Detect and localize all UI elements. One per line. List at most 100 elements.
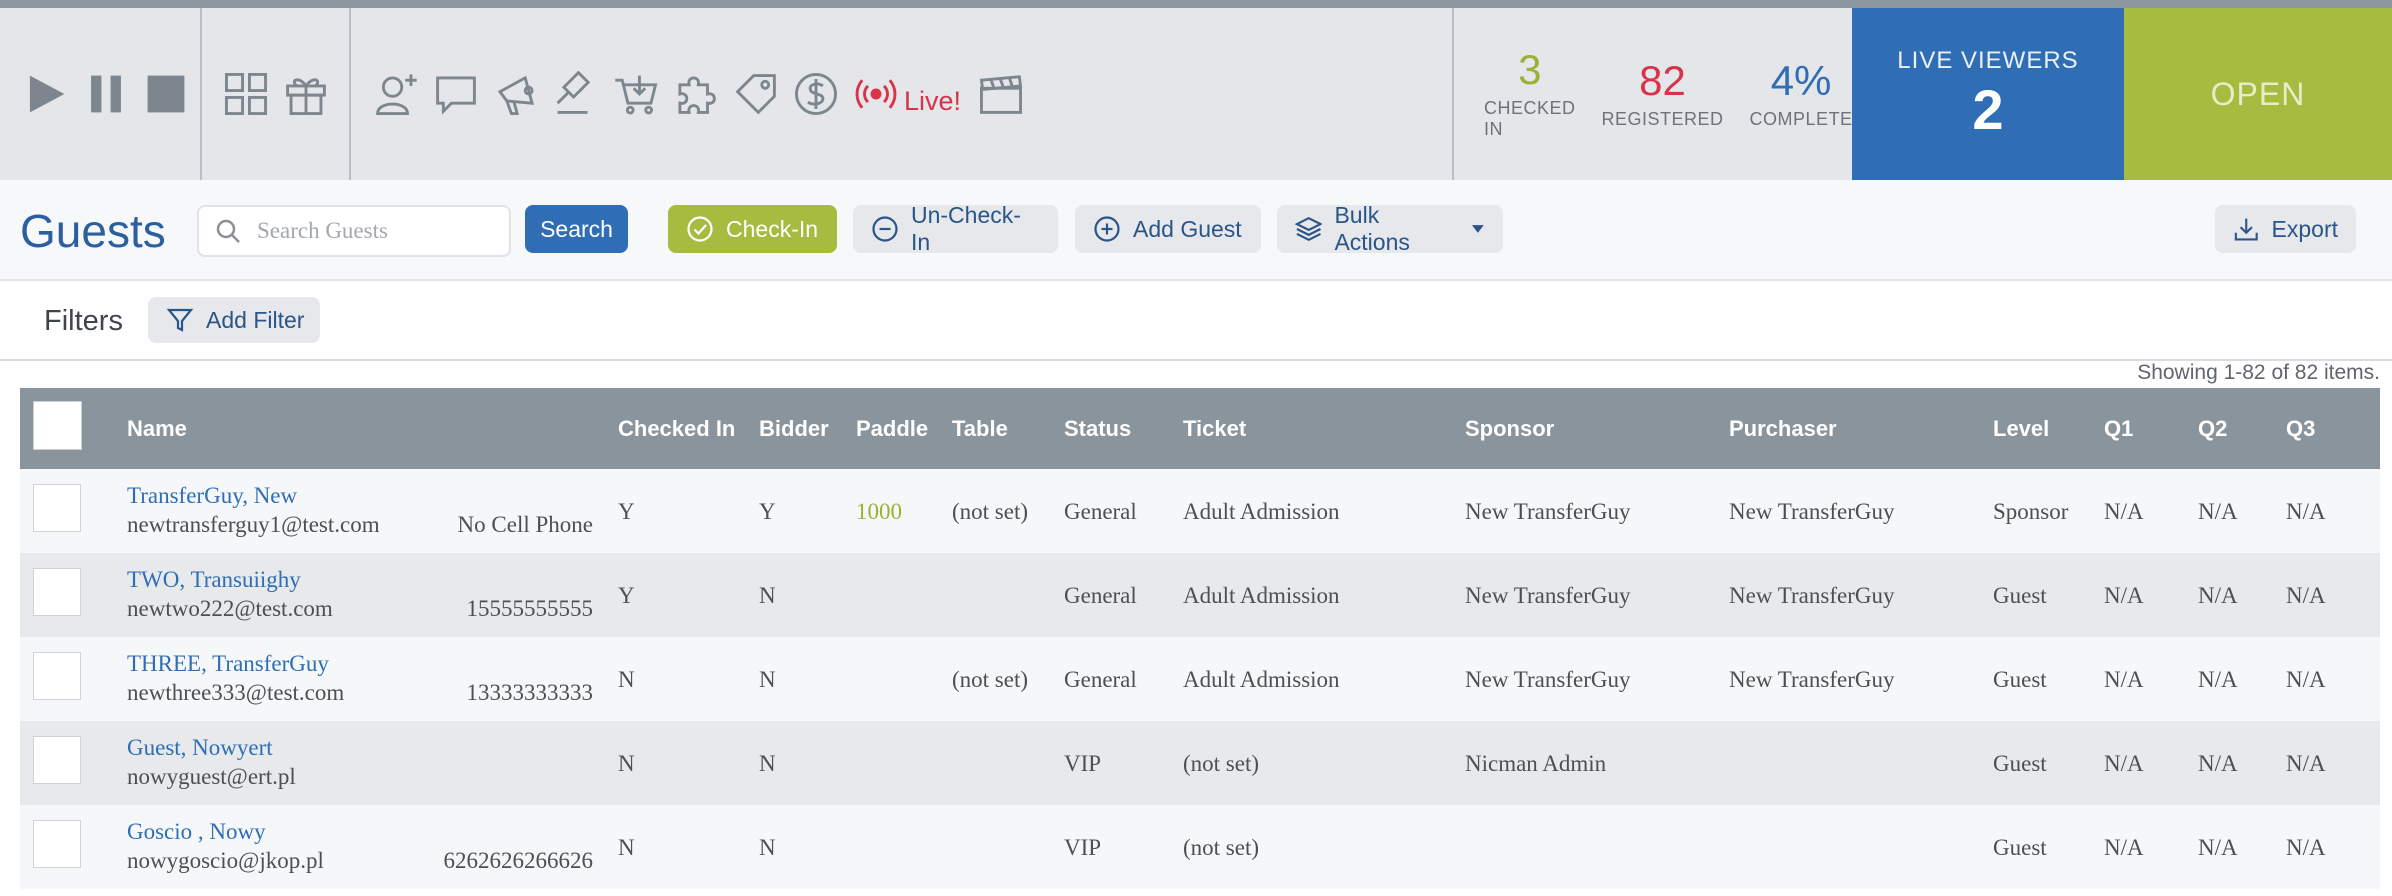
guest-name-link[interactable]: Goscio , Nowy — [127, 819, 266, 845]
column-header-table[interactable]: Table — [952, 416, 1008, 442]
caret-down-icon — [1472, 225, 1485, 233]
filters-label: Filters — [44, 305, 123, 337]
column-header-q2[interactable]: Q2 — [2198, 416, 2227, 442]
check-in-button[interactable]: Check-In — [668, 205, 837, 253]
add-user-icon[interactable] — [372, 70, 420, 118]
bulk-actions-button[interactable]: Bulk Actions — [1277, 202, 1503, 255]
plus-circle-icon — [1094, 216, 1120, 242]
pagination-summary: Showing 1-82 of 82 items. — [2137, 361, 2380, 384]
checked-in-cell: Y — [618, 583, 635, 608]
stat-complete: 4% COMPLETE — [1750, 8, 1853, 180]
purchaser-cell: New TransferGuy — [1729, 667, 1895, 692]
level-cell: Guest — [1993, 583, 2047, 608]
add-guest-button[interactable]: Add Guest — [1075, 205, 1261, 253]
megaphone-icon[interactable] — [492, 70, 540, 118]
bidder-cell: N — [759, 751, 776, 776]
gift-icon[interactable] — [282, 70, 330, 118]
guest-name-link[interactable]: Guest, Nowyert — [127, 735, 273, 761]
q3-cell: N/A — [2286, 835, 2326, 860]
un-check-in-label: Un-Check-In — [910, 202, 1021, 255]
table-row: Guest, Nowyert nowyguest@ert.pl N N VIP … — [20, 721, 2380, 805]
toolbar-divider — [200, 8, 202, 180]
table-row: TWO, Transuiighy newtwo222@test.com 1555… — [20, 553, 2380, 637]
cart-icon[interactable] — [612, 70, 660, 118]
bidder-cell: N — [759, 583, 776, 608]
checked-in-label: CHECKED IN — [1484, 98, 1576, 139]
column-header-ticket[interactable]: Ticket — [1183, 416, 1246, 442]
column-header-purchaser[interactable]: Purchaser — [1729, 416, 1837, 442]
table-cell: (not set) — [952, 667, 1029, 692]
chat-icon[interactable] — [432, 70, 480, 118]
q2-cell: N/A — [2198, 583, 2238, 608]
bidder-cell: N — [759, 667, 776, 692]
page-title: Guests — [20, 205, 166, 257]
column-header-checked-in[interactable]: Checked In — [618, 416, 735, 442]
search-button[interactable]: Search — [525, 205, 628, 253]
ticket-cell: Adult Admission — [1183, 583, 1340, 608]
level-cell: Guest — [1993, 835, 2047, 860]
checked-in-count: 3 — [1518, 46, 1542, 93]
live-label[interactable]: Live! — [904, 86, 961, 117]
export-button[interactable]: Export — [2215, 205, 2356, 253]
level-cell: Sponsor — [1993, 499, 2069, 524]
guest-name-link[interactable]: TransferGuy, New — [127, 483, 297, 509]
row-checkbox[interactable] — [33, 736, 81, 784]
broadcast-icon[interactable] — [852, 70, 900, 118]
play-icon[interactable] — [22, 70, 70, 118]
row-checkbox[interactable] — [33, 484, 81, 532]
guest-name-link[interactable]: TWO, Transuiighy — [127, 567, 301, 593]
event-status-open[interactable]: OPEN — [2124, 8, 2392, 180]
dollar-icon[interactable] — [792, 70, 840, 118]
top-strip — [0, 0, 2392, 8]
q1-cell: N/A — [2104, 499, 2144, 524]
q3-cell: N/A — [2286, 583, 2326, 608]
column-header-level[interactable]: Level — [1993, 416, 2049, 442]
puzzle-icon[interactable] — [672, 70, 720, 118]
filters-bar: Filters Add Filter — [0, 281, 2392, 361]
status-cell: General — [1064, 667, 1137, 692]
guest-phone: 6262626266626 — [443, 848, 594, 873]
pause-icon[interactable] — [82, 70, 130, 118]
column-header-sponsor[interactable]: Sponsor — [1465, 416, 1554, 442]
sponsor-cell: Nicman Admin — [1465, 751, 1607, 776]
row-checkbox[interactable] — [33, 652, 81, 700]
sponsor-cell: New TransferGuy — [1465, 583, 1631, 608]
column-header-name[interactable]: Name — [127, 416, 187, 442]
export-label: Export — [2271, 215, 2338, 242]
search-input[interactable] — [255, 217, 499, 245]
row-checkbox[interactable] — [33, 820, 81, 868]
add-filter-button[interactable]: Add Filter — [148, 297, 320, 343]
row-checkbox[interactable] — [33, 568, 81, 616]
column-header-paddle[interactable]: Paddle — [856, 416, 928, 442]
ticket-cell: Adult Admission — [1183, 667, 1340, 692]
q2-cell: N/A — [2198, 667, 2238, 692]
table-row: Goscio , Nowy nowygoscio@jkop.pl 6262626… — [20, 805, 2380, 889]
column-header-status[interactable]: Status — [1064, 416, 1131, 442]
event-stats: 3 CHECKED IN 82 REGISTERED 4% COMPLETE — [1454, 8, 1852, 180]
live-viewers-panel: LIVE VIEWERS 2 — [1852, 8, 2124, 180]
guest-email: newtransferguy1@test.com — [127, 512, 380, 537]
search-box — [197, 205, 511, 257]
column-header-q3[interactable]: Q3 — [2286, 416, 2315, 442]
column-header-bidder[interactable]: Bidder — [759, 416, 829, 442]
grid-icon[interactable] — [222, 70, 270, 118]
un-check-in-button[interactable]: Un-Check-In — [853, 202, 1058, 255]
guest-name-link[interactable]: THREE, TransferGuy — [127, 651, 329, 677]
stop-icon[interactable] — [142, 70, 190, 118]
guests-header: Guests Search Check-In Un-Check-In Add G… — [0, 180, 2392, 281]
complete-label: COMPLETE — [1749, 108, 1853, 129]
gavel-icon[interactable] — [552, 70, 600, 118]
clapperboard-icon[interactable] — [977, 70, 1025, 118]
table-header: Name Checked In Bidder Paddle Table Stat… — [20, 388, 2380, 469]
checked-in-cell: N — [618, 751, 635, 776]
sponsor-cell: New TransferGuy — [1465, 499, 1631, 524]
filter-icon — [166, 308, 194, 332]
select-all-checkbox[interactable] — [33, 401, 82, 450]
table-row: TransferGuy, New newtransferguy1@test.co… — [20, 469, 2380, 553]
column-header-q1[interactable]: Q1 — [2104, 416, 2133, 442]
check-in-label: Check-In — [726, 215, 819, 242]
stat-registered: 82 REGISTERED — [1602, 8, 1724, 180]
bidder-cell: Y — [759, 499, 776, 524]
live-viewers-label: LIVE VIEWERS — [1897, 46, 2079, 74]
tag-icon[interactable] — [732, 70, 780, 118]
